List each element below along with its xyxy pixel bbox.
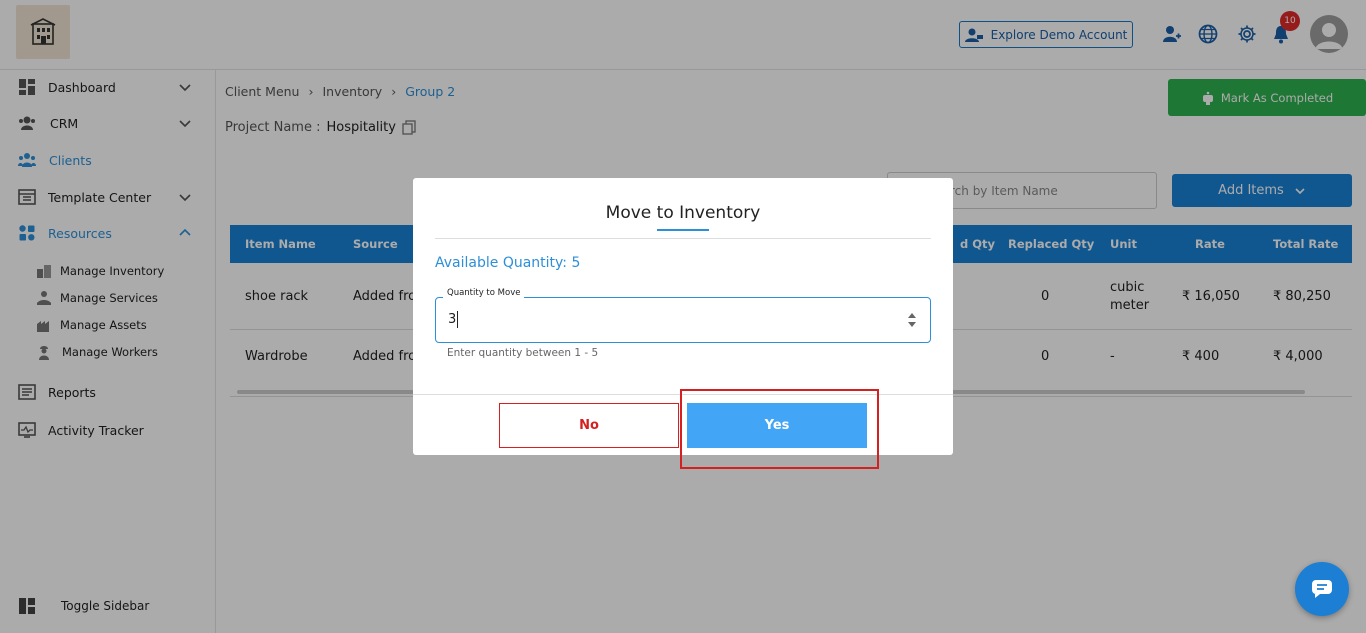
spinner-arrows-icon[interactable] (906, 310, 918, 330)
available-quantity: Available Quantity: 5 (435, 255, 581, 271)
chat-bubble-icon (1312, 580, 1332, 598)
divider (435, 238, 931, 239)
no-button[interactable]: No (499, 403, 679, 448)
title-underline (657, 229, 709, 231)
quantity-stepper[interactable]: 3 (435, 297, 931, 343)
quantity-hint: Enter quantity between 1 - 5 (447, 347, 599, 359)
text-caret (457, 311, 458, 328)
highlight-box (680, 389, 879, 469)
chat-widget-button[interactable] (1295, 562, 1349, 616)
dialog-title: Move to Inventory (605, 203, 761, 223)
quantity-field-label: Quantity to Move (443, 288, 525, 298)
quantity-value: 3 (448, 312, 457, 327)
